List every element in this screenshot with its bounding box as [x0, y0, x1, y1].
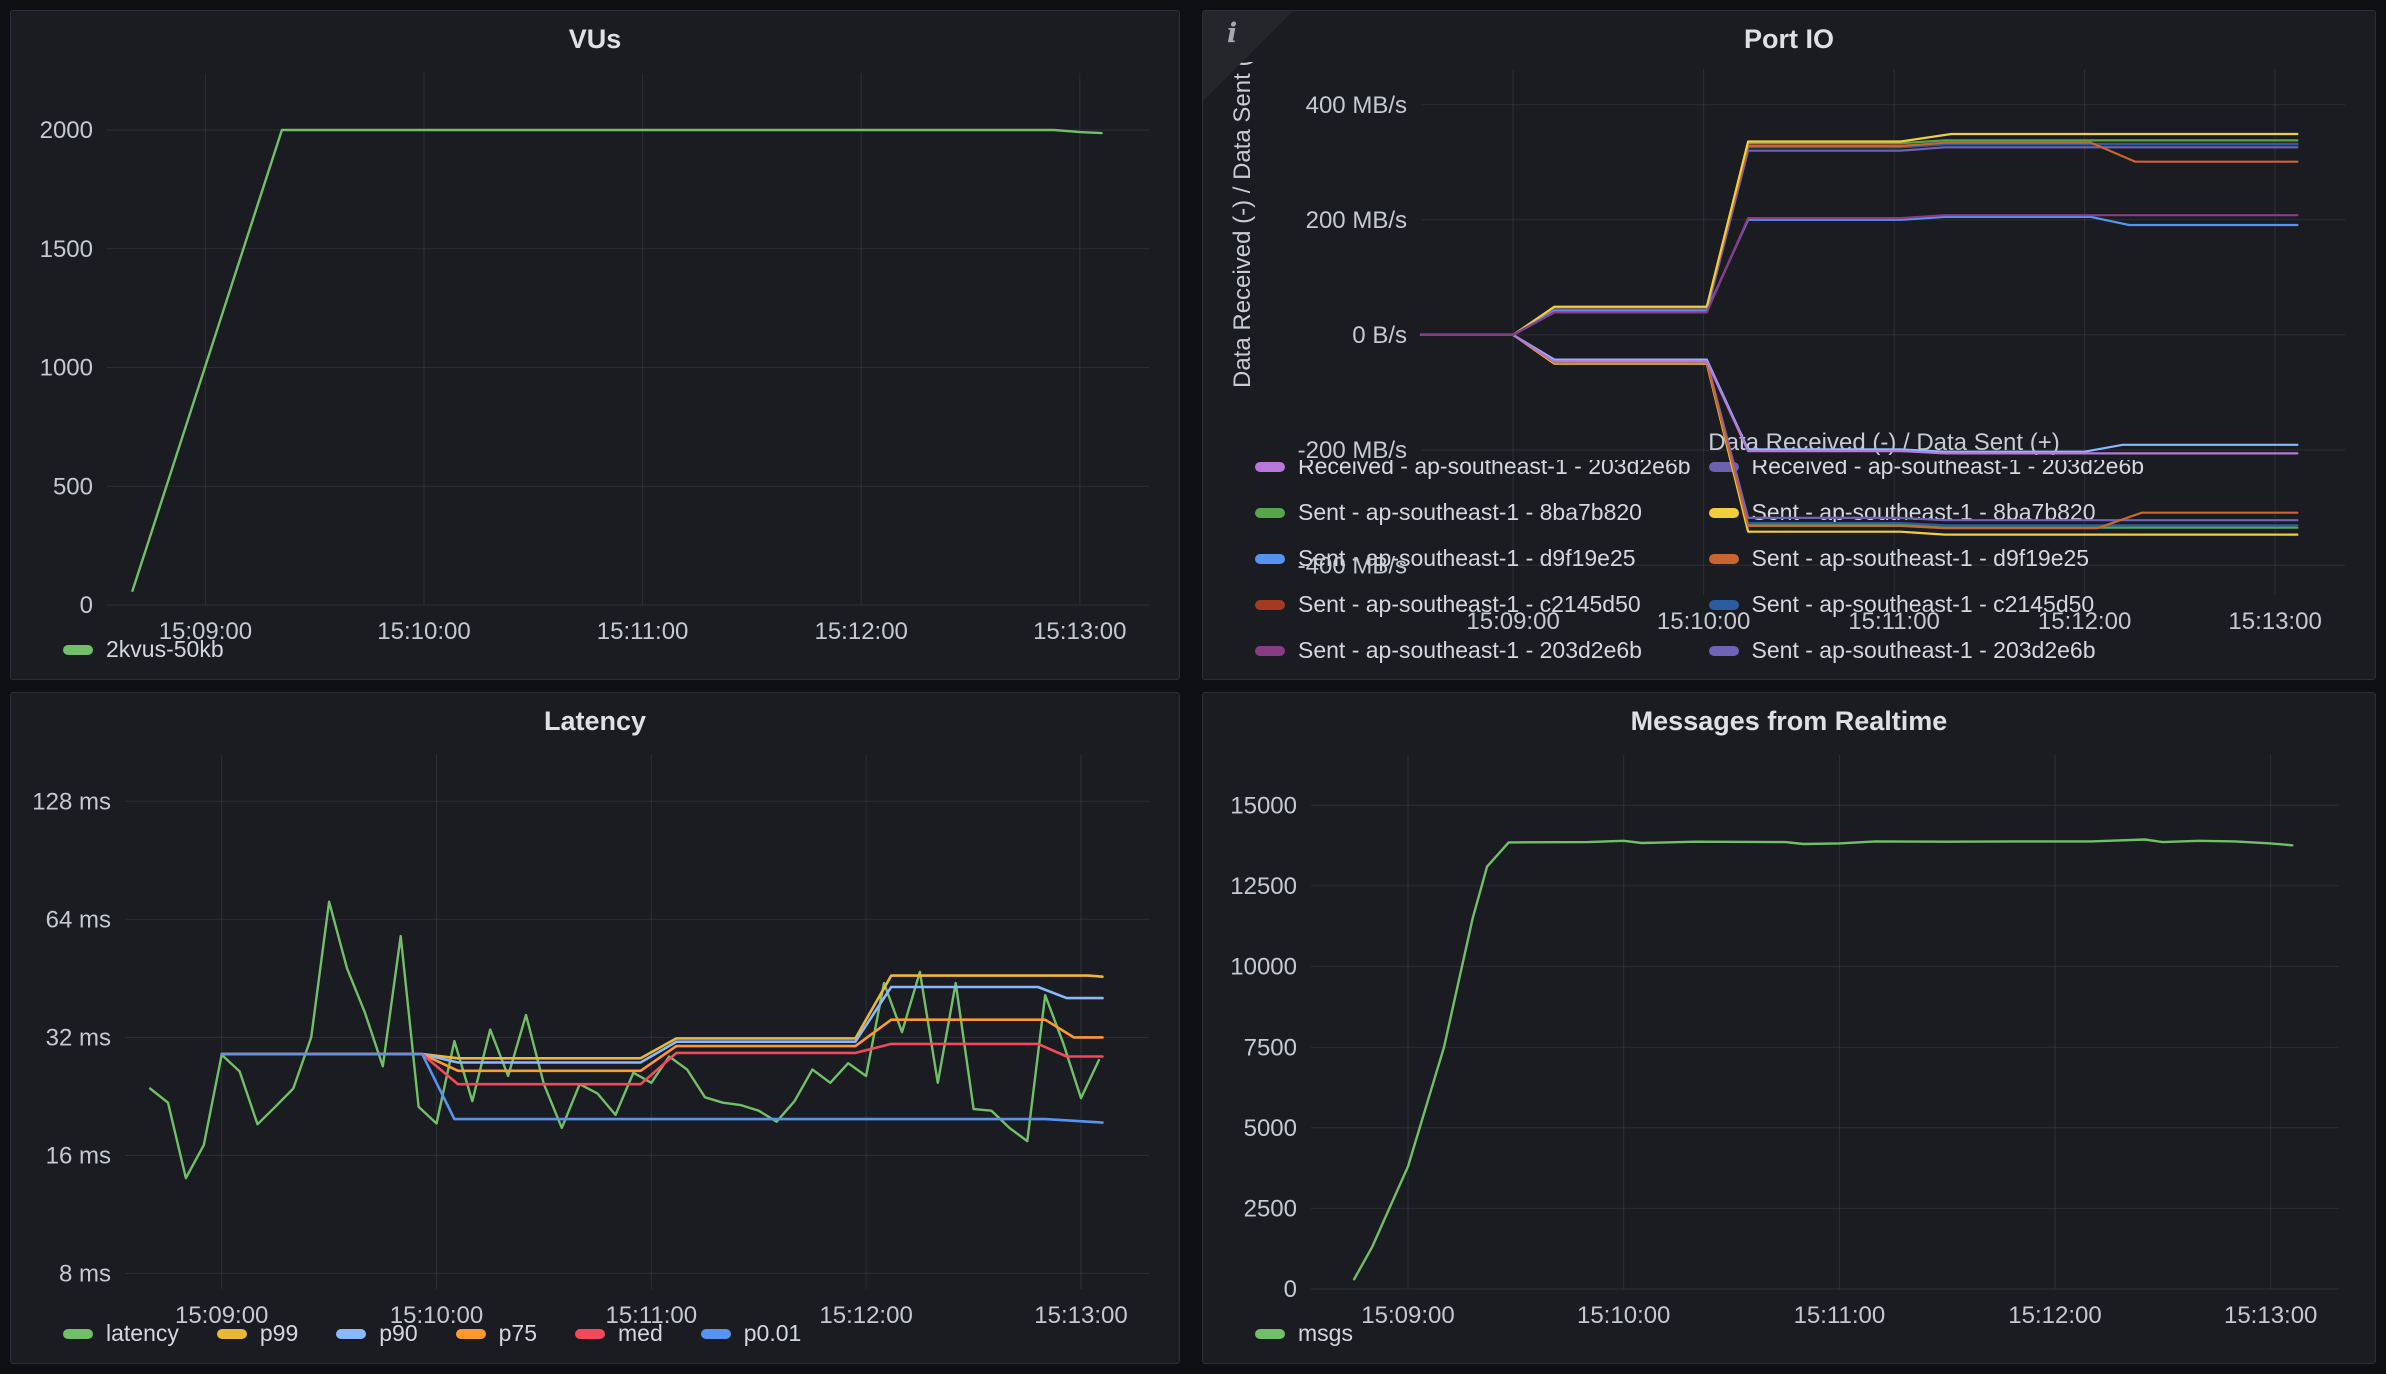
panel-latency: Latency 15:09:0015:10:0015:11:0015:12:00… — [10, 692, 1180, 1364]
series-sent-d9f19e25-b — [1421, 217, 2297, 335]
legend-item[interactable]: Sent - ap-southeast-1 - 203d2e6b — [1255, 637, 1691, 664]
series-latency — [150, 902, 1099, 1178]
legend-label: Sent - ap-southeast-1 - 203d2e6b — [1298, 637, 1642, 664]
svg-text:15:11:00: 15:11:00 — [605, 1302, 697, 1329]
messages-chart[interactable]: 15:09:0015:10:0015:11:0015:12:0015:13:00… — [1203, 741, 2375, 1314]
svg-text:-200 MB/s: -200 MB/s — [1298, 437, 1407, 464]
series-p90 — [222, 987, 1103, 1063]
svg-text:16 ms: 16 ms — [46, 1143, 111, 1170]
panel-title[interactable]: Messages from Realtime — [1203, 693, 2375, 741]
series-sent-8ba7b820-y — [1421, 134, 2297, 335]
legend-item[interactable]: Sent - ap-southeast-1 - 203d2e6b — [1709, 637, 2145, 664]
svg-text:2500: 2500 — [1244, 1196, 1297, 1223]
legend-label: Sent - ap-southeast-1 - 203d2e6b — [1752, 637, 2096, 664]
svg-text:15:09:00: 15:09:00 — [1466, 608, 1559, 635]
svg-text:15:11:00: 15:11:00 — [1794, 1302, 1886, 1329]
svg-text:15:09:00: 15:09:00 — [175, 1302, 268, 1329]
svg-text:2000: 2000 — [40, 117, 93, 144]
svg-text:32 ms: 32 ms — [46, 1025, 111, 1052]
svg-text:15:12:00: 15:12:00 — [2008, 1302, 2101, 1329]
series-sent-8ba7b820 — [1421, 140, 2297, 335]
svg-text:8 ms: 8 ms — [59, 1261, 111, 1288]
svg-text:15:11:00: 15:11:00 — [1848, 608, 1940, 635]
svg-text:7500: 7500 — [1244, 1034, 1297, 1061]
svg-text:15000: 15000 — [1230, 792, 1297, 819]
svg-text:200 MB/s: 200 MB/s — [1306, 207, 1407, 234]
svg-text:15:09:00: 15:09:00 — [159, 618, 252, 645]
svg-text:1500: 1500 — [40, 236, 93, 263]
series-sent-c2145d50-b — [1421, 144, 2297, 335]
series-recv-203d2e6b-lb — [1421, 335, 2297, 452]
svg-text:15:10:00: 15:10:00 — [1577, 1302, 1670, 1329]
series-2kvus-50kb — [133, 130, 1102, 591]
svg-text:15:13:00: 15:13:00 — [1033, 618, 1126, 645]
svg-text:15:13:00: 15:13:00 — [1034, 1302, 1127, 1329]
panel-info-corner[interactable] — [1203, 11, 1293, 101]
svg-text:12500: 12500 — [1230, 873, 1297, 900]
series-recv-d9f19e25 — [1421, 335, 2297, 528]
svg-text:64 ms: 64 ms — [46, 906, 111, 933]
svg-text:0: 0 — [80, 592, 93, 619]
panel-title[interactable]: VUs — [11, 11, 1179, 59]
svg-text:-400 MB/s: -400 MB/s — [1298, 552, 1407, 579]
panel-title[interactable]: Port IO — [1203, 11, 2375, 59]
svg-text:15:10:00: 15:10:00 — [390, 1302, 483, 1329]
legend-swatch — [1709, 646, 1739, 656]
svg-text:15:11:00: 15:11:00 — [597, 618, 689, 645]
svg-text:15:12:00: 15:12:00 — [819, 1302, 912, 1329]
vus-chart[interactable]: 15:09:0015:10:0015:11:0015:12:0015:13:00… — [11, 59, 1179, 630]
latency-chart[interactable]: 15:09:0015:10:0015:11:0015:12:0015:13:00… — [11, 741, 1179, 1314]
series-msgs — [1354, 840, 2292, 1280]
svg-text:0 B/s: 0 B/s — [1352, 322, 1407, 349]
svg-text:15:10:00: 15:10:00 — [1657, 608, 1750, 635]
info-icon[interactable]: i — [1227, 18, 1237, 49]
series-recv-203d2e6b-lp — [1421, 335, 2297, 454]
svg-text:128 ms: 128 ms — [32, 788, 111, 815]
svg-text:400 MB/s: 400 MB/s — [1306, 92, 1407, 119]
panel-messages: Messages from Realtime 15:09:0015:10:001… — [1202, 692, 2376, 1364]
svg-text:500: 500 — [53, 473, 93, 500]
series-sent-c2145d50-r — [1421, 144, 2297, 335]
series-sent-203d2e6b-m — [1421, 215, 2297, 335]
svg-text:15:13:00: 15:13:00 — [2228, 608, 2321, 635]
series-recv-8ba7b820-b — [1421, 335, 2297, 528]
svg-text:5000: 5000 — [1244, 1115, 1297, 1142]
series-recv-8ba7b820 — [1421, 335, 2297, 535]
svg-text:15:10:00: 15:10:00 — [377, 618, 470, 645]
port-io-chart[interactable]: Data Received (-) / Data Sent (+) 15:09:… — [1203, 59, 2375, 430]
panel-port-io: i Port IO Data Received (-) / Data Sent … — [1202, 10, 2376, 680]
svg-text:15:09:00: 15:09:00 — [1361, 1302, 1454, 1329]
svg-text:1000: 1000 — [40, 355, 93, 382]
series-sent-d9f19e25-o — [1421, 143, 2297, 335]
svg-text:15:12:00: 15:12:00 — [814, 618, 907, 645]
legend-swatch — [1255, 646, 1285, 656]
svg-text:10000: 10000 — [1230, 954, 1297, 981]
panel-title[interactable]: Latency — [11, 693, 1179, 741]
svg-text:15:13:00: 15:13:00 — [2224, 1302, 2317, 1329]
svg-text:0: 0 — [1284, 1276, 1297, 1303]
svg-text:15:12:00: 15:12:00 — [2038, 608, 2131, 635]
panel-vus: VUs 15:09:0015:10:0015:11:0015:12:0015:1… — [10, 10, 1180, 680]
